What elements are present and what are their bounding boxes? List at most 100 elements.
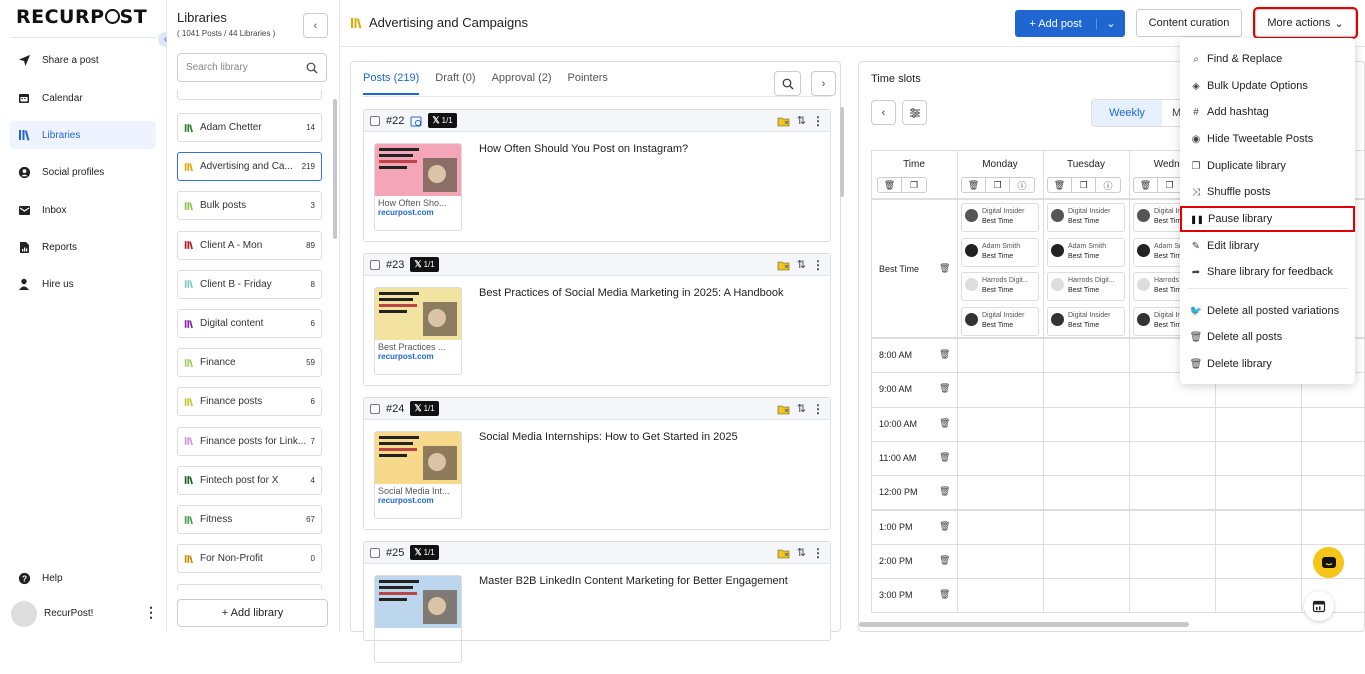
post-checkbox[interactable]	[370, 547, 380, 558]
post-menu-icon[interactable]: ⋮	[812, 258, 824, 272]
grid-cell[interactable]	[1215, 440, 1302, 477]
menu-item-pause-library[interactable]: ❚❚ Pause library	[1180, 206, 1355, 232]
menu-item-hide-tweetable-posts[interactable]: ◉ Hide Tweetable Posts	[1180, 127, 1355, 151]
grid-cell[interactable]	[957, 509, 1044, 545]
account-menu-icon[interactable]: ⋮	[144, 604, 158, 621]
library-item[interactable]: Client A - Mon 89	[177, 230, 322, 260]
menu-item-share-library-for-feedback[interactable]: ➦ Share library for feedback	[1180, 260, 1355, 284]
avatar[interactable]	[11, 601, 37, 627]
post-folder-icon[interactable]	[777, 259, 791, 271]
post-folder-icon[interactable]	[777, 115, 791, 127]
library-item[interactable]: For Non-Profit 0	[177, 544, 322, 574]
link-preview-card[interactable]: Social Media Int... recurpost.com	[374, 431, 462, 519]
profile-slot-chip[interactable]: Digital Insider Best Time	[1047, 203, 1125, 232]
grid-cell[interactable]	[1043, 509, 1130, 545]
tab-approval[interactable]: Approval (2)	[492, 72, 552, 95]
library-item[interactable]: Adam Chetter 14	[177, 113, 322, 142]
posts-scrollbar[interactable]	[840, 107, 844, 197]
grid-cell[interactable]	[1129, 543, 1216, 580]
chevron-left-icon[interactable]: ‹	[871, 100, 896, 125]
grid-cell[interactable]	[957, 440, 1044, 477]
post-folder-icon[interactable]	[777, 403, 791, 415]
profile-slot-chip[interactable]: Digital Insider Best Time	[961, 306, 1039, 336]
trash-icon[interactable]: 🗑	[878, 178, 902, 192]
grid-cell[interactable]	[957, 406, 1044, 442]
grid-cell[interactable]	[1043, 578, 1130, 614]
menu-item-edit-library[interactable]: ✎ Edit library	[1180, 234, 1355, 258]
profile-slot-chip[interactable]: Harrods Digit... Best Time	[1047, 272, 1125, 301]
grid-cell[interactable]	[1129, 475, 1216, 511]
add-library-button[interactable]: + Add library	[177, 599, 328, 627]
library-item[interactable]: Fitness 67	[177, 505, 322, 534]
collapse-libraries-button[interactable]: ‹	[303, 13, 328, 38]
grid-cell[interactable]	[1215, 543, 1302, 580]
profile-slot-chip[interactable]: Harrods Digit... Best Time	[961, 272, 1039, 301]
post-menu-icon[interactable]: ⋮	[812, 114, 824, 128]
calendar-shortcut-button[interactable]	[1304, 591, 1334, 621]
chevron-right-icon[interactable]: ›	[811, 71, 836, 96]
library-item[interactable]: Client B - Friday 8	[177, 269, 322, 299]
post-checkbox[interactable]	[370, 403, 380, 414]
grid-cell[interactable]	[1301, 406, 1364, 442]
trash-icon[interactable]: 🗑	[1134, 178, 1158, 192]
weekly-view-button[interactable]: Weekly	[1092, 100, 1162, 126]
copy-icon[interactable]: ❐	[986, 178, 1010, 192]
grid-cell[interactable]	[1043, 338, 1130, 374]
post-checkbox[interactable]	[370, 259, 380, 270]
content-curation-button[interactable]: Content curation	[1136, 9, 1242, 37]
link-preview-card[interactable]: How Often Sho... recurpost.com	[374, 143, 462, 231]
trash-icon[interactable]: 🗑	[939, 589, 950, 600]
link-preview-card[interactable]	[374, 575, 462, 663]
copy-icon[interactable]: ❐	[1158, 178, 1182, 192]
tab-pointers[interactable]: Pointers	[568, 72, 608, 95]
library-item[interactable]: Bulk posts 3	[177, 191, 322, 221]
grid-cell[interactable]	[957, 338, 1044, 374]
grid-cell[interactable]	[1301, 509, 1364, 545]
copy-icon[interactable]: ❐	[1072, 178, 1096, 192]
menu-item-shuffle-posts[interactable]: ⤨ Shuffle posts	[1180, 180, 1355, 204]
grid-cell[interactable]	[1043, 406, 1130, 442]
nav-item-reports[interactable]: Reports	[10, 233, 156, 261]
nav-item-help[interactable]: ? Help	[10, 564, 156, 592]
grid-cell[interactable]	[1301, 475, 1364, 511]
chevron-down-icon[interactable]: ⌄	[1097, 17, 1125, 30]
library-item[interactable]: Finance posts for Link... 7	[177, 426, 322, 456]
menu-item-bulk-update-options[interactable]: ◈ Bulk Update Options	[1180, 74, 1355, 98]
trash-icon[interactable]: 🗑	[1048, 178, 1072, 192]
menu-item-add-hashtag[interactable]: # Add hashtag	[1180, 100, 1355, 124]
tab-draft[interactable]: Draft (0)	[435, 72, 475, 95]
grid-cell[interactable]	[1301, 440, 1364, 477]
nav-item-calendar[interactable]: Calendar	[10, 84, 156, 112]
info-icon[interactable]: ⓘ	[1096, 178, 1120, 192]
trash-icon[interactable]: 🗑	[962, 178, 986, 192]
grid-cell[interactable]	[1129, 578, 1216, 614]
menu-item-delete-all-posts[interactable]: 🗑 Delete all posts	[1180, 325, 1355, 349]
grid-cell[interactable]	[957, 372, 1044, 408]
nav-item-share-a-post[interactable]: Share a post	[10, 46, 156, 74]
timeslots-horizontal-scrollbar[interactable]	[859, 622, 1189, 627]
post-folder-icon[interactable]	[777, 547, 791, 559]
trash-icon[interactable]: 🗑	[939, 486, 950, 497]
trash-icon[interactable]: 🗑	[939, 349, 950, 360]
profile-slot-chip[interactable]: Adam Smith Best Time	[1047, 237, 1125, 267]
post-menu-icon[interactable]: ⋮	[812, 546, 824, 560]
profile-slot-chip[interactable]: Digital Insider Best Time	[1047, 306, 1125, 336]
post-menu-icon[interactable]: ⋮	[812, 402, 824, 416]
grid-cell[interactable]	[1215, 475, 1302, 511]
trash-icon[interactable]: 🗑	[939, 383, 950, 394]
tab-posts[interactable]: Posts (219)	[363, 72, 420, 95]
trash-icon[interactable]: 🗑	[939, 418, 950, 429]
profile-slot-chip[interactable]: Adam Smith Best Time	[961, 237, 1039, 267]
link-preview-card[interactable]: Best Practices ... recurpost.com	[374, 287, 462, 375]
post-card[interactable]: #25 𝕏 1/1 ⇅ ⋮ Master B2B LinkedIn Content Mar…	[363, 541, 831, 663]
grid-cell[interactable]	[1129, 406, 1216, 442]
grid-cell[interactable]	[1215, 406, 1302, 442]
trash-icon[interactable]: 🗑	[939, 452, 950, 463]
reorder-icon[interactable]: ⇅	[797, 546, 806, 559]
add-post-button[interactable]: + Add post ⌄	[1015, 10, 1125, 37]
profile-slot-chip[interactable]: Digital Insider Best Time	[961, 203, 1039, 232]
search-posts-button[interactable]	[774, 71, 801, 96]
reorder-icon[interactable]: ⇅	[797, 402, 806, 415]
grid-cell[interactable]	[957, 475, 1044, 511]
post-checkbox[interactable]	[370, 115, 380, 126]
